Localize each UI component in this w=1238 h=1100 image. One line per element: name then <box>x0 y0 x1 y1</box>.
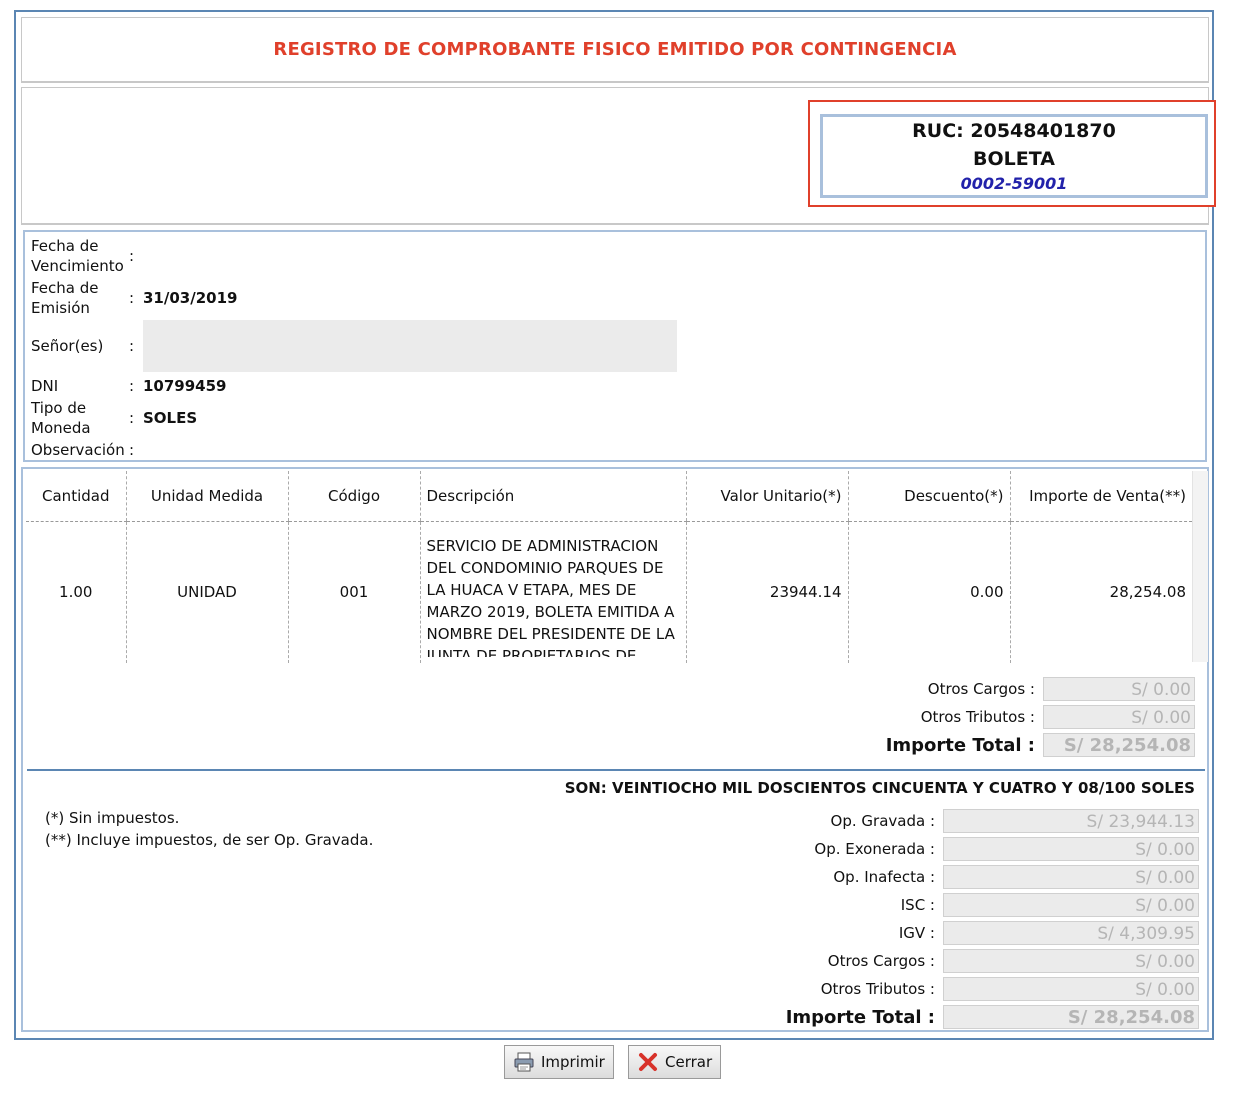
otros-tributos-row: Otros Tributos : S/ 0.00 <box>783 705 1195 729</box>
cell-cantidad: 1.00 <box>59 583 93 602</box>
amount-in-words: SON: VEINTIOCHO MIL DOSCIENTOS CINCUENTA… <box>564 779 1195 797</box>
dni-label: DNI <box>31 377 59 395</box>
summary-row: ISC : S/ 0.00 <box>683 893 1199 917</box>
cell-valor-unitario: 23944.14 <box>685 521 848 663</box>
dni-value: 10799459 <box>143 377 227 395</box>
cell-descripcion: SERVICIO DE ADMINISTRACION DEL CONDOMINI… <box>419 521 686 663</box>
footnote-2: (**) Incluye impuestos, de ser Op. Grava… <box>45 831 374 849</box>
summary-field: S/ 0.00 <box>943 893 1199 917</box>
row-emision: Fecha de Emisión : 31/03/2019 <box>31 278 237 318</box>
col-header-unidad: Unidad Medida <box>125 471 288 522</box>
summary-field: S/ 0.00 <box>943 977 1199 1001</box>
otros-tributos-field: S/ 0.00 <box>1043 705 1195 729</box>
col-header-importe: Importe de Venta(**) <box>1009 471 1192 522</box>
cell-descuento: 0.00 <box>847 521 1010 663</box>
summary-field: S/ 0.00 <box>943 949 1199 973</box>
voucher-window: REGISTRO DE COMPROBANTE FISICO EMITIDO P… <box>14 10 1216 1040</box>
senor-value-box <box>143 320 677 372</box>
summary-row: Op. Inafecta : S/ 0.00 <box>683 865 1199 889</box>
summary-label: IGV : <box>898 924 935 942</box>
summary-total-label: Importe Total : <box>785 1006 935 1028</box>
col-header-codigo: Código <box>287 471 420 522</box>
row-senor: Señor(es) : <box>31 336 143 356</box>
summary-row: IGV : S/ 4,309.95 <box>683 921 1199 945</box>
summary-label: ISC : <box>900 896 935 914</box>
summary-label: Op. Exonerada : <box>814 840 935 858</box>
otros-cargos-row: Otros Cargos : S/ 0.00 <box>783 677 1195 701</box>
table-scrollbar[interactable] <box>1192 471 1208 662</box>
footnotes: (*) Sin impuestos. (**) Incluye impuesto… <box>45 807 373 851</box>
summary-label: Op. Gravada : <box>830 812 935 830</box>
document-type: BOLETA <box>973 148 1055 170</box>
row-vencimiento: Fecha de Vencimiento : <box>31 236 143 276</box>
emision-value: 31/03/2019 <box>143 289 238 307</box>
importe-total-label: Importe Total : <box>885 734 1035 756</box>
vencimiento-label: Fecha de Vencimiento <box>31 237 124 275</box>
print-button[interactable]: Imprimir <box>504 1045 614 1079</box>
summary-field: S/ 0.00 <box>943 865 1199 889</box>
title-box: REGISTRO DE COMPROBANTE FISICO EMITIDO P… <box>21 17 1209 83</box>
row-observacion: Observación : <box>31 440 143 460</box>
cell-importe: 28,254.08 <box>1009 521 1192 663</box>
col-header-descripcion: Descripción <box>419 471 686 522</box>
summary-row: Otros Tributos : S/ 0.00 <box>683 977 1199 1001</box>
summary-label: Otros Tributos : <box>820 980 935 998</box>
emision-label: Fecha de Emisión <box>31 279 99 317</box>
col-header-cantidad: Cantidad <box>26 471 126 522</box>
descripcion-text: SERVICIO DE ADMINISTRACION DEL CONDOMINI… <box>426 537 675 658</box>
colon: : <box>129 337 135 355</box>
importe-total-row: Importe Total : S/ 28,254.08 <box>783 733 1195 757</box>
senor-label: Señor(es) <box>31 337 104 355</box>
ruc-box: RUC: 20548401870 BOLETA 0002-59001 <box>808 100 1216 207</box>
close-button[interactable]: Cerrar <box>628 1045 722 1079</box>
colon: : <box>129 289 135 307</box>
header-box: RUC: 20548401870 BOLETA 0002-59001 <box>21 87 1216 225</box>
summary-total-field: S/ 28,254.08 <box>943 1005 1199 1029</box>
items-section: Cantidad Unidad Medida Código Descripció… <box>21 467 1209 1032</box>
colon: : <box>129 247 135 265</box>
table-header-row: Cantidad Unidad Medida Código Descripció… <box>26 471 1192 522</box>
separator <box>27 769 1205 771</box>
red-x-icon <box>637 1051 659 1073</box>
colon: : <box>129 377 135 395</box>
summary-field: S/ 4,309.95 <box>943 921 1199 945</box>
moneda-value: SOLES <box>143 409 198 427</box>
ruc-box-inner: RUC: 20548401870 BOLETA 0002-59001 <box>820 114 1208 198</box>
print-button-label: Imprimir <box>541 1053 605 1071</box>
cell-unidad: UNIDAD <box>125 521 288 663</box>
otros-tributos-label: Otros Tributos : <box>920 708 1035 726</box>
summary-row: Op. Gravada : S/ 23,944.13 <box>683 809 1199 833</box>
summary-label: Op. Inafecta : <box>833 868 935 886</box>
colon: : <box>129 441 135 459</box>
table-row: 1.00 UNIDAD 001 SERVICIO DE ADMINISTRACI… <box>26 521 1192 663</box>
col-header-valor-unitario: Valor Unitario(*) <box>685 471 848 522</box>
info-box: Fecha de Vencimiento : Fecha de Emisión … <box>23 230 1207 462</box>
page-title: REGISTRO DE COMPROBANTE FISICO EMITIDO P… <box>273 39 957 60</box>
row-moneda: Tipo de Moneda : SOLES <box>31 398 197 438</box>
summary-total-row: Importe Total : S/ 28,254.08 <box>683 1005 1199 1029</box>
cell-codigo: 001 <box>287 521 420 663</box>
importe-total-field: S/ 28,254.08 <box>1043 733 1195 757</box>
summary-field: S/ 23,944.13 <box>943 809 1199 833</box>
printer-icon <box>513 1051 535 1073</box>
close-button-label: Cerrar <box>665 1053 713 1071</box>
observacion-label: Observación <box>31 441 125 459</box>
summary-row: Op. Exonerada : S/ 0.00 <box>683 837 1199 861</box>
colon: : <box>129 409 135 427</box>
col-header-descuento: Descuento(*) <box>847 471 1010 522</box>
ruc-number: RUC: 20548401870 <box>912 120 1116 142</box>
footnote-1: (*) Sin impuestos. <box>45 809 180 827</box>
items-table: Cantidad Unidad Medida Código Descripció… <box>26 471 1192 663</box>
otros-cargos-field: S/ 0.00 <box>1043 677 1195 701</box>
document-number: 0002-59001 <box>960 174 1068 193</box>
row-dni: DNI : 10799459 <box>31 376 227 396</box>
summary-row: Otros Cargos : S/ 0.00 <box>683 949 1199 973</box>
otros-cargos-label: Otros Cargos : <box>927 680 1035 698</box>
summary-label: Otros Cargos : <box>827 952 935 970</box>
summary-field: S/ 0.00 <box>943 837 1199 861</box>
moneda-label: Tipo de Moneda <box>31 399 91 437</box>
